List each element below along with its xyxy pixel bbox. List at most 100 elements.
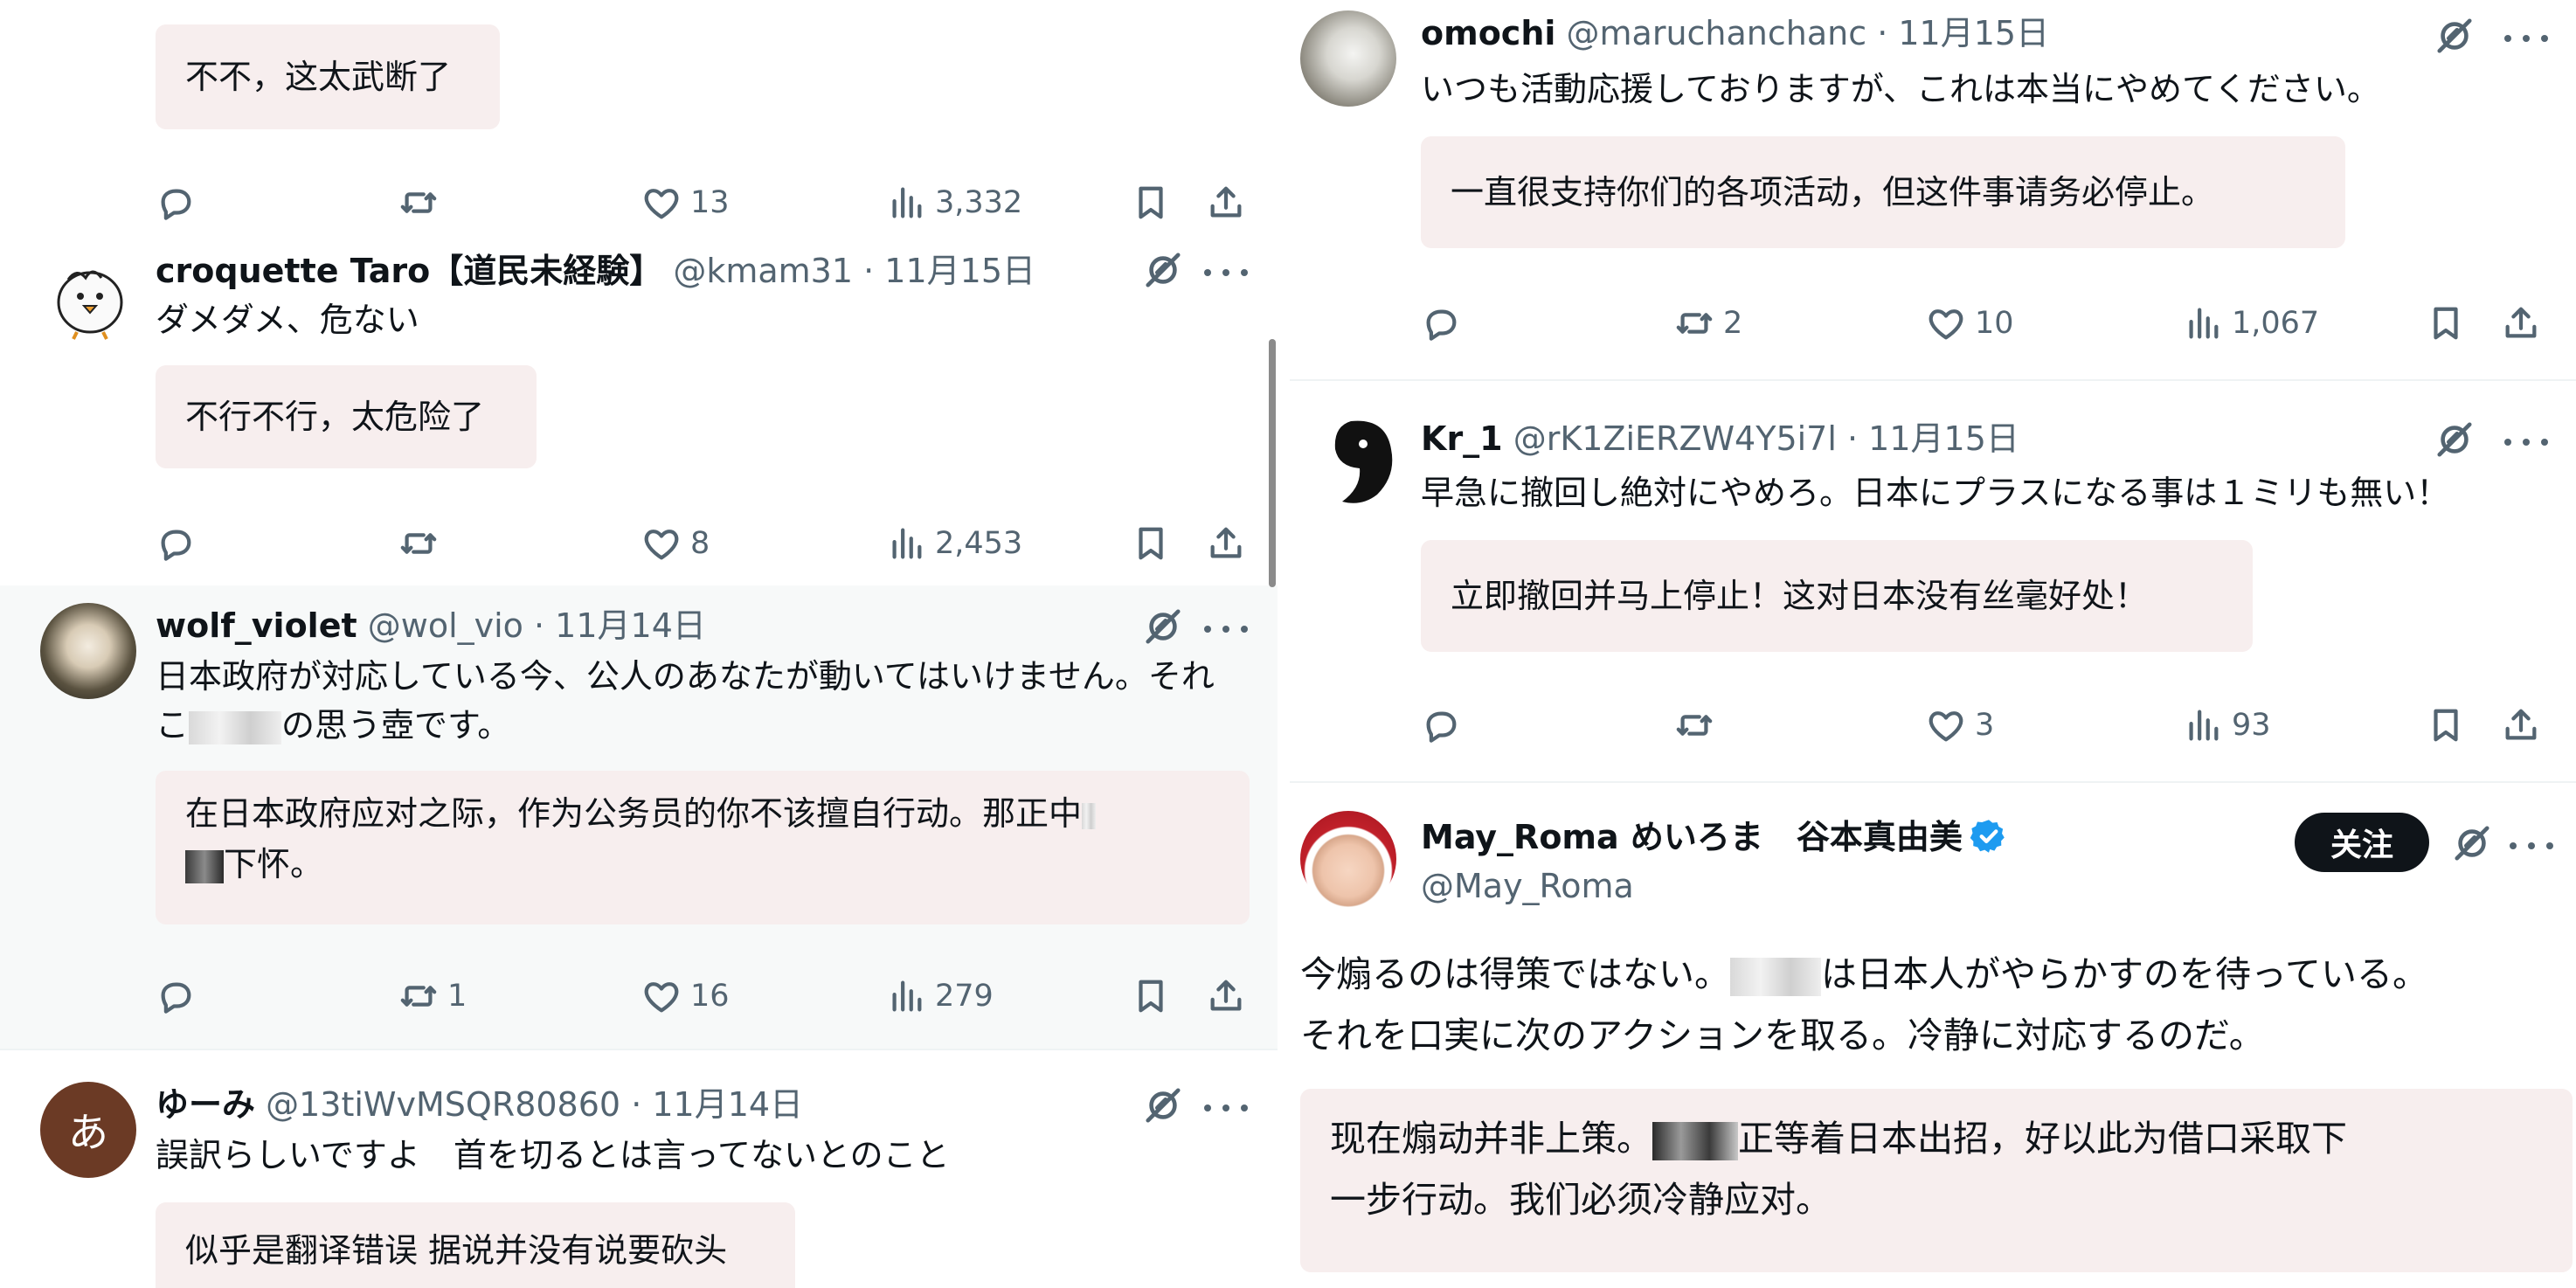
- reply-button[interactable]: [1421, 297, 1461, 350]
- timestamp[interactable]: · 11月15日: [863, 252, 1035, 290]
- bookmark-button[interactable]: [1131, 517, 1171, 570]
- redacted-mosaic: [185, 849, 224, 883]
- handle[interactable]: @rK1ZiERZW4Y5i7l: [1513, 419, 1837, 458]
- share-icon: [2501, 705, 2541, 745]
- display-name[interactable]: wolf_violet: [156, 606, 357, 645]
- more-icon: [2504, 35, 2511, 42]
- bookmark-button[interactable]: [2426, 699, 2466, 751]
- bookmark-button[interactable]: [1131, 970, 1171, 1022]
- grok-button[interactable]: [2452, 823, 2492, 863]
- tweet-handle-row: @May_Roma: [1421, 863, 1634, 909]
- share-button[interactable]: [1206, 517, 1246, 570]
- views-button[interactable]: 3,332: [886, 177, 1022, 229]
- grok-icon: [1143, 1085, 1183, 1125]
- translation-box: 不行不行，太危险了: [156, 365, 537, 468]
- tweet-may-roma[interactable]: May_Roma めいろま 谷本真由美 @May_Roma 关注 今煽るのは得策…: [1290, 783, 2576, 1288]
- bookmark-button[interactable]: [1131, 177, 1171, 229]
- display-name[interactable]: May_Roma めいろま 谷本真由美: [1421, 818, 1963, 856]
- retweet-button[interactable]: [1674, 699, 1714, 751]
- timestamp[interactable]: · 11月14日: [631, 1085, 803, 1124]
- views-icon: [2183, 705, 2223, 745]
- translation-box: 立即撤回并马上停止！这对日本没有丝毫好处！: [1421, 540, 2253, 652]
- avatar[interactable]: [42, 248, 138, 344]
- reply-button[interactable]: [156, 177, 196, 229]
- handle[interactable]: @13tiWvMSQR80860: [266, 1085, 620, 1124]
- share-icon: [1206, 523, 1246, 564]
- more-button[interactable]: [1204, 255, 1248, 290]
- tweet-text: いつも活動応援しておりますが、これは本当にやめてください。: [1421, 70, 2380, 108]
- retweet-button[interactable]: [398, 177, 439, 229]
- reply-icon: [1421, 705, 1461, 745]
- avatar[interactable]: [1300, 811, 1396, 907]
- follow-button[interactable]: 关注: [2295, 813, 2429, 872]
- avatar[interactable]: [40, 603, 136, 699]
- grok-button[interactable]: [1143, 250, 1183, 290]
- tweet-kr1[interactable]: Kr_1 @rK1ZiERZW4Y5i7l · 11月15日 早急に撤回し絶対に…: [1290, 381, 2576, 781]
- timestamp[interactable]: · 11月15日: [1847, 419, 2019, 458]
- views-button[interactable]: 279: [886, 970, 994, 1022]
- reply-button[interactable]: [156, 970, 196, 1022]
- handle[interactable]: @maruchanchanc: [1567, 14, 1867, 52]
- reply-button[interactable]: [156, 517, 196, 570]
- timestamp[interactable]: · 11月14日: [534, 606, 706, 645]
- handle[interactable]: @kmam31: [673, 252, 853, 290]
- translation-box: 现在煽动并非上策。 正等着日本出招，好以此为借口采取下 一步行动。我们必须冷静应对…: [1300, 1089, 2573, 1272]
- like-button[interactable]: 10: [1926, 297, 2014, 350]
- tweet-header: wolf_violet @wol_vio · 11月14日: [156, 603, 706, 648]
- like-button[interactable]: 8: [641, 517, 710, 570]
- display-name[interactable]: ゆーみ: [156, 1085, 255, 1124]
- bookmark-button[interactable]: [2426, 297, 2466, 350]
- tweet-top-partial[interactable]: 不不，这太武断了 13 3,332: [0, 0, 1278, 238]
- grok-button[interactable]: [2434, 419, 2475, 460]
- left-screenshot: 不不，这太武断了 13 3,332 croquette Taro【道民未経験】 …: [0, 0, 1278, 1288]
- share-button[interactable]: [1206, 970, 1246, 1022]
- like-icon: [641, 523, 682, 564]
- views-button[interactable]: 1,067: [2183, 297, 2319, 350]
- more-button[interactable]: [1204, 612, 1248, 647]
- share-button[interactable]: [1206, 177, 1246, 229]
- more-button[interactable]: [2504, 21, 2548, 56]
- share-button[interactable]: [2501, 297, 2541, 350]
- like-button[interactable]: 3: [1926, 699, 1994, 751]
- handle[interactable]: @May_Roma: [1421, 867, 1634, 905]
- reply-icon: [1421, 303, 1461, 343]
- reply-button[interactable]: [1421, 699, 1461, 751]
- retweet-button[interactable]: 2: [1674, 297, 1742, 350]
- more-button[interactable]: [1204, 1091, 1248, 1125]
- share-button[interactable]: [2501, 699, 2541, 751]
- share-icon: [1206, 183, 1246, 223]
- views-button[interactable]: 2,453: [886, 517, 1022, 570]
- like-button[interactable]: 13: [641, 177, 730, 229]
- tweet-yumi[interactable]: あ ゆーみ @13tiWvMSQR80860 · 11月14日 誤訳らしいですよ…: [0, 1050, 1278, 1288]
- grok-button[interactable]: [1143, 1085, 1183, 1125]
- handle[interactable]: @wol_vio: [368, 606, 523, 645]
- tweet-omochi[interactable]: omochi @maruchanchanc · 11月15日 いつも活動応援して…: [1290, 0, 2576, 379]
- views-button[interactable]: 93: [2183, 699, 2271, 751]
- more-icon: [2510, 842, 2517, 849]
- more-icon: [1204, 626, 1211, 633]
- more-button[interactable]: [2510, 828, 2553, 863]
- avatar[interactable]: [1300, 10, 1396, 107]
- bird-avatar-icon: [57, 270, 123, 340]
- scrollbar[interactable]: [1269, 339, 1276, 587]
- redacted-mosaic: [1652, 1122, 1738, 1160]
- more-button[interactable]: [2504, 425, 2548, 460]
- avatar[interactable]: あ: [40, 1082, 136, 1178]
- grok-button[interactable]: [1143, 606, 1183, 647]
- display-name[interactable]: omochi: [1421, 14, 1555, 52]
- like-button[interactable]: 16: [641, 970, 730, 1022]
- redacted-mosaic: [1082, 802, 1097, 829]
- retweet-button[interactable]: [398, 517, 439, 570]
- display-name[interactable]: Kr_1: [1421, 419, 1503, 458]
- grok-icon: [2434, 419, 2475, 460]
- tweet-wolf-violet[interactable]: wolf_violet @wol_vio · 11月14日 日本政府が対応してい…: [0, 585, 1278, 1049]
- avatar[interactable]: [1316, 414, 1412, 510]
- retweet-button[interactable]: 1: [398, 970, 467, 1022]
- tweet-header: May_Roma めいろま 谷本真由美: [1421, 814, 2008, 860]
- timestamp[interactable]: · 11月15日: [1877, 14, 2049, 52]
- like-icon: [641, 976, 682, 1016]
- display-name[interactable]: croquette Taro【道民未経験】: [156, 252, 662, 290]
- grok-button[interactable]: [2434, 16, 2475, 56]
- tweet-croquette-taro[interactable]: croquette Taro【道民未経験】 @kmam31 · 11月15日 ダ…: [0, 238, 1278, 585]
- divider: [1278, 0, 1290, 1288]
